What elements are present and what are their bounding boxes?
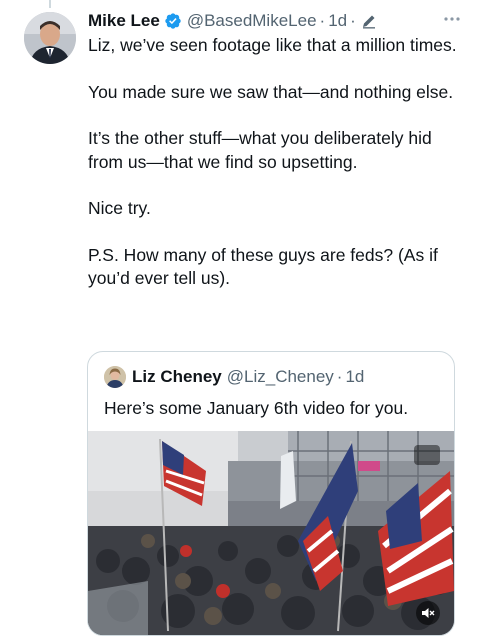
quoted-author-handle[interactable]: @Liz_Cheney	[227, 367, 334, 387]
thread-connector-line	[49, 0, 51, 8]
edit-pencil-icon[interactable]	[361, 13, 377, 29]
quoted-post-text: Here’s some January 6th video for you.	[104, 398, 409, 418]
video-frame-image	[88, 431, 454, 635]
post-header: Mike Lee @BasedMikeLee · 1d ·	[88, 9, 463, 33]
separator-dot-2: ·	[350, 11, 356, 30]
quoted-avatar[interactable]	[104, 366, 126, 388]
post-paragraph: Liz, we’ve seen footage like that a mill…	[88, 35, 457, 55]
author-handle[interactable]: @BasedMikeLee	[187, 11, 317, 31]
quoted-separator-dot: ·	[336, 367, 343, 386]
post-paragraph: It’s the other stuff—what you deliberate…	[88, 128, 432, 172]
quoted-avatar-photo	[104, 366, 126, 388]
video-overlay-badge	[414, 445, 440, 465]
volume-mute-icon[interactable]	[416, 601, 440, 625]
video-player[interactable]	[88, 431, 454, 635]
post-paragraph: You made sure we saw that—and nothing el…	[88, 81, 454, 102]
post-paragraph: P.S. How many of these guys are feds? (A…	[88, 244, 438, 289]
separator-dot: ·	[319, 11, 326, 30]
post-text: Liz, we’ve seen footage like that a mill…	[88, 34, 458, 314]
quoted-author-name[interactable]: Liz Cheney	[132, 367, 222, 387]
quoted-timestamp[interactable]: 1d	[345, 367, 364, 387]
quoted-post-card[interactable]: Liz Cheney @Liz_Cheney · 1d Here’s some …	[87, 351, 455, 636]
quoted-post-header: Liz Cheney @Liz_Cheney · 1d	[104, 366, 364, 388]
avatar[interactable]	[24, 12, 76, 64]
avatar-photo	[24, 12, 76, 64]
post-timestamp[interactable]: 1d	[328, 11, 347, 31]
more-dots-icon[interactable]	[441, 8, 463, 30]
verified-badge-icon	[164, 12, 182, 30]
author-name[interactable]: Mike Lee	[88, 11, 160, 31]
post-paragraph: Nice try.	[88, 198, 151, 218]
